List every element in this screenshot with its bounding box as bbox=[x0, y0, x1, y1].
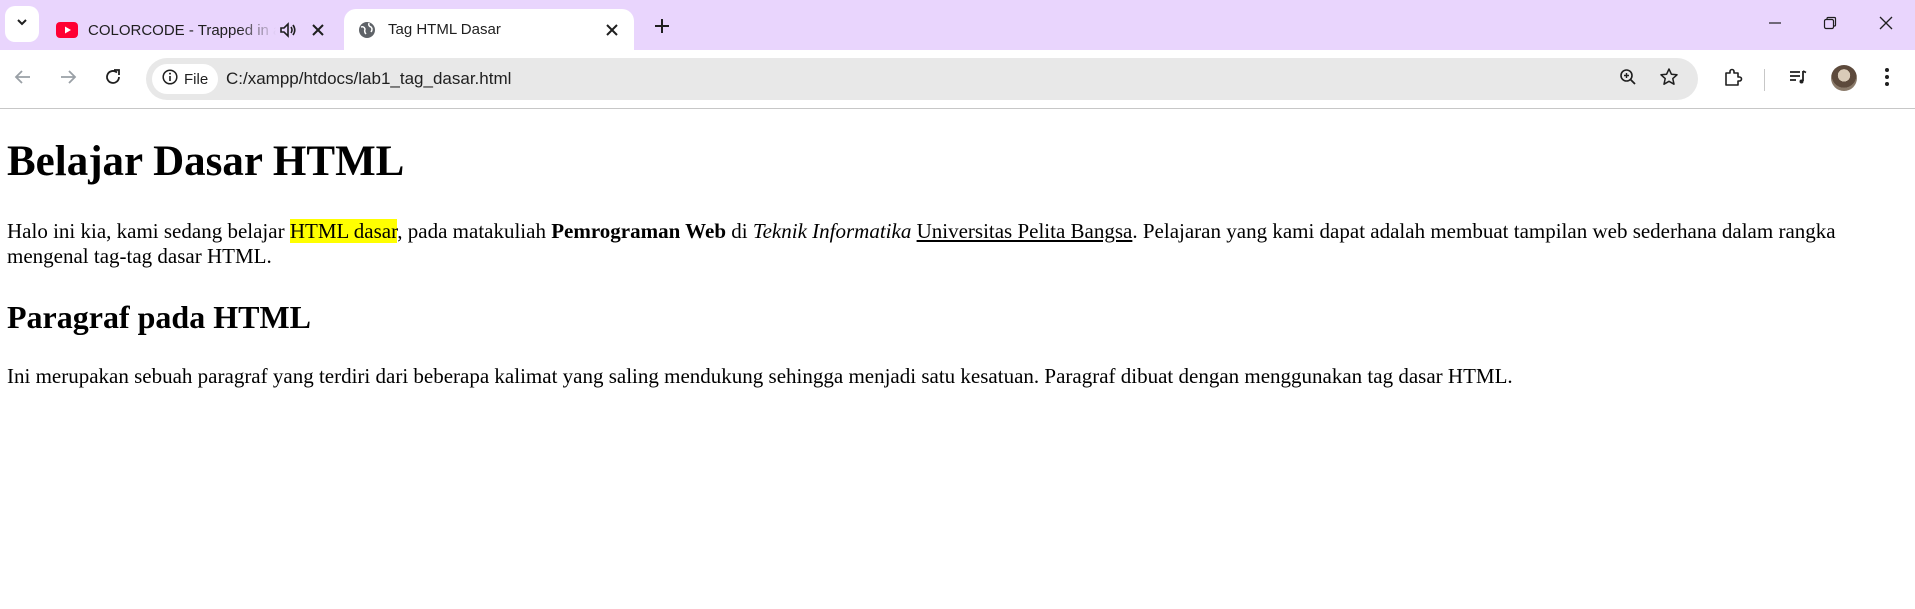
minimize-icon bbox=[1768, 16, 1782, 35]
new-tab-button[interactable] bbox=[648, 12, 676, 40]
close-window-button[interactable] bbox=[1858, 0, 1914, 50]
intro-text: , pada matakuliah bbox=[397, 219, 552, 243]
section-heading: Paragraf pada HTML bbox=[7, 299, 311, 335]
info-icon bbox=[162, 69, 178, 89]
reload-icon bbox=[104, 68, 122, 91]
tab-tag-html-dasar[interactable]: Tag HTML Dasar bbox=[344, 9, 634, 50]
youtube-icon bbox=[56, 22, 78, 38]
tab-colorcode[interactable]: COLORCODE - Trapped in a bbox=[44, 10, 340, 50]
close-tab-button[interactable] bbox=[304, 16, 332, 44]
bold-text: Pemrograman Web bbox=[551, 219, 727, 243]
zoom-button[interactable] bbox=[1613, 64, 1643, 94]
arrow-left-icon bbox=[14, 68, 32, 91]
page-content: Belajar Dasar HTML Halo ini kia, kami se… bbox=[0, 109, 1915, 609]
university-link[interactable]: Universitas Pelita Bangsa bbox=[917, 219, 1133, 243]
puzzle-icon bbox=[1723, 67, 1743, 92]
playlist-icon bbox=[1788, 67, 1808, 92]
body-paragraph: Ini merupakan sebuah paragraf yang terdi… bbox=[7, 364, 1513, 388]
close-tab-button[interactable] bbox=[598, 16, 626, 44]
star-icon bbox=[1659, 67, 1679, 92]
toolbar-divider bbox=[1764, 69, 1765, 91]
tab-title: COLORCODE - Trapped in a bbox=[88, 21, 276, 39]
arrow-right-icon bbox=[59, 68, 77, 91]
intro-text: Halo ini kia, kami sedang belajar bbox=[7, 219, 290, 243]
intro-text: di bbox=[726, 219, 753, 243]
chip-label: File bbox=[184, 70, 209, 88]
restore-button[interactable] bbox=[1802, 0, 1858, 50]
tab-search-button[interactable] bbox=[5, 6, 39, 42]
more-vert-icon bbox=[1884, 67, 1890, 92]
speaker-icon[interactable] bbox=[276, 18, 300, 42]
address-bar[interactable]: File C:/xampp/htdocs/lab1_tag_dasar.html bbox=[146, 58, 1698, 100]
reload-button[interactable] bbox=[96, 62, 130, 96]
italic-text: Teknik Informatika bbox=[752, 219, 912, 243]
intro-paragraph: Halo ini kia, kami sedang belajar HTML d… bbox=[7, 219, 1887, 269]
highlighted-text: HTML dasar bbox=[289, 219, 398, 243]
restore-icon bbox=[1823, 16, 1837, 35]
chevron-down-icon bbox=[15, 15, 29, 34]
url-text[interactable]: C:/xampp/htdocs/lab1_tag_dasar.html bbox=[226, 58, 511, 100]
tab-title: Tag HTML Dasar bbox=[388, 21, 501, 38]
zoom-icon bbox=[1619, 68, 1637, 91]
close-icon bbox=[1879, 16, 1893, 35]
bookmark-button[interactable] bbox=[1654, 64, 1684, 94]
tab-strip: COLORCODE - Trapped in a Tag HTML Dasar bbox=[0, 0, 1915, 50]
site-info-chip[interactable]: File bbox=[152, 64, 219, 94]
profile-avatar[interactable] bbox=[1831, 65, 1857, 91]
forward-button[interactable] bbox=[51, 62, 85, 96]
extensions-button[interactable] bbox=[1716, 62, 1750, 96]
browser-toolbar: File C:/xampp/htdocs/lab1_tag_dasar.html bbox=[0, 50, 1915, 109]
page-heading: Belajar Dasar HTML bbox=[7, 138, 405, 185]
minimize-button[interactable] bbox=[1747, 0, 1803, 50]
media-control-button[interactable] bbox=[1781, 62, 1815, 96]
back-button[interactable] bbox=[6, 62, 40, 96]
menu-button[interactable] bbox=[1870, 62, 1904, 96]
globe-icon bbox=[356, 21, 378, 38]
